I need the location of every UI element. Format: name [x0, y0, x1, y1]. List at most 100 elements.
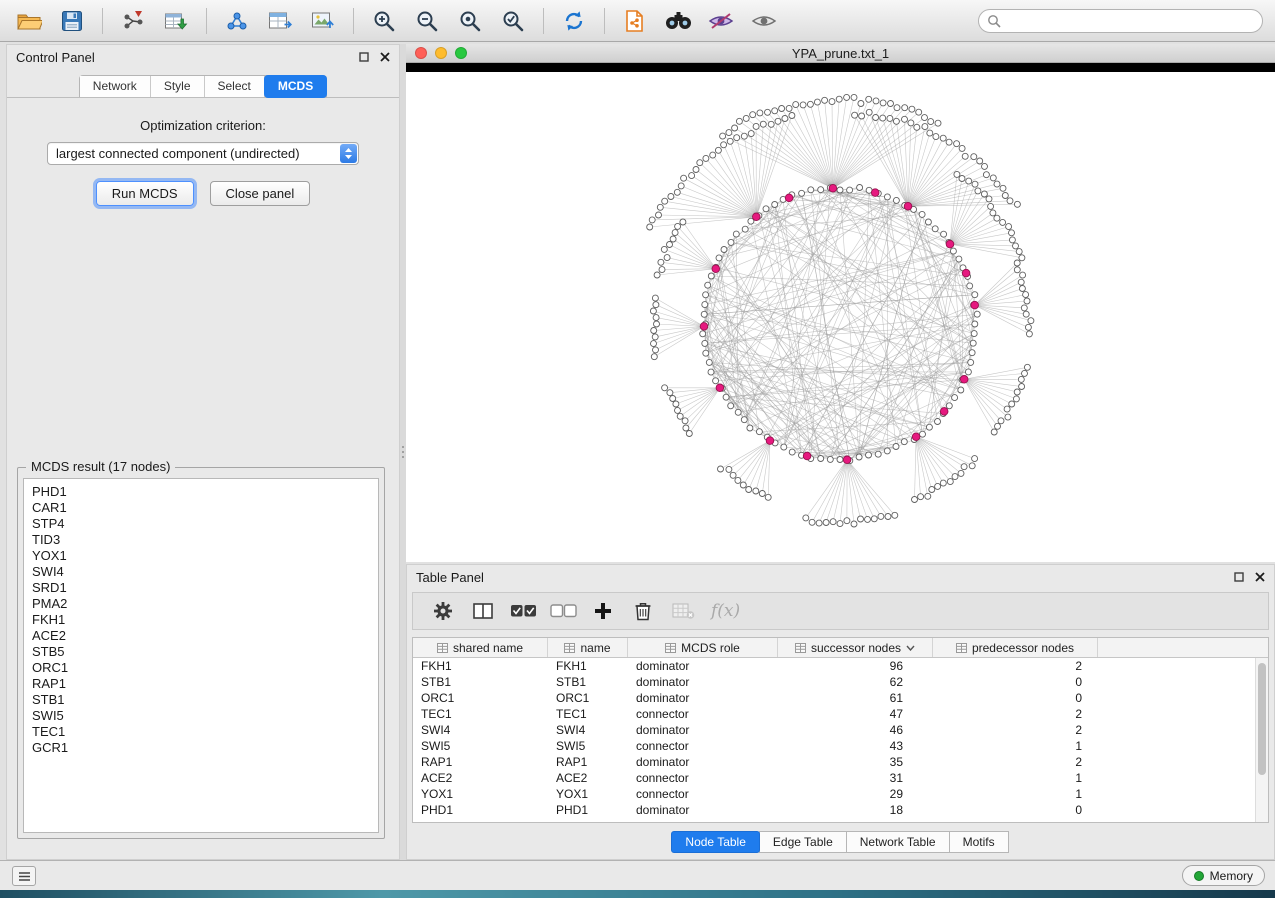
dominator-node[interactable] [766, 437, 774, 445]
export-image-button[interactable] [306, 6, 340, 36]
network-node[interactable] [929, 487, 935, 493]
network-node[interactable] [662, 385, 668, 391]
network-node[interactable] [1009, 401, 1015, 407]
open-session-button[interactable] [12, 6, 46, 36]
network-node[interactable] [720, 133, 726, 139]
deselect-all-button[interactable] [547, 597, 579, 625]
network-node[interactable] [700, 331, 706, 337]
network-node[interactable] [925, 219, 931, 225]
network-node[interactable] [991, 429, 997, 435]
column-header-successor-nodes[interactable]: successor nodes [778, 638, 933, 657]
network-node[interactable] [667, 242, 673, 248]
find-button[interactable] [661, 6, 695, 36]
zoom-fit-button[interactable] [453, 6, 487, 36]
dominator-node[interactable] [753, 213, 761, 221]
network-node[interactable] [1018, 376, 1024, 382]
network-node[interactable] [871, 516, 877, 522]
dominator-node[interactable] [904, 202, 912, 210]
network-node[interactable] [653, 302, 659, 308]
search-input[interactable] [978, 9, 1263, 33]
network-node[interactable] [772, 202, 778, 208]
network-node[interactable] [969, 463, 975, 469]
network-node[interactable] [893, 118, 899, 124]
network-node[interactable] [928, 119, 934, 125]
tab-select[interactable]: Select [205, 76, 265, 97]
network-node[interactable] [710, 152, 716, 158]
mcds-result-item[interactable]: PHD1 [32, 484, 378, 500]
network-node[interactable] [902, 116, 908, 122]
network-node[interactable] [982, 163, 988, 169]
save-session-button[interactable] [55, 6, 89, 36]
network-node[interactable] [741, 133, 747, 139]
network-node[interactable] [994, 215, 1000, 221]
network-node[interactable] [827, 456, 833, 462]
network-node[interactable] [697, 160, 703, 166]
network-node[interactable] [675, 223, 681, 229]
network-node[interactable] [741, 417, 747, 423]
network-node[interactable] [656, 212, 662, 218]
close-panel-button[interactable]: Close panel [210, 181, 311, 206]
network-node[interactable] [659, 267, 665, 273]
network-node[interactable] [757, 110, 763, 116]
network-node[interactable] [782, 116, 788, 122]
network-node[interactable] [912, 497, 918, 503]
network-node[interactable] [1016, 249, 1022, 255]
network-node[interactable] [1005, 414, 1011, 420]
import-network-button[interactable] [116, 6, 150, 36]
network-node[interactable] [954, 171, 960, 177]
network-node[interactable] [857, 185, 863, 191]
network-node[interactable] [866, 96, 872, 102]
tab-network-table[interactable]: Network Table [846, 831, 950, 853]
network-node[interactable] [693, 167, 699, 173]
network-node[interactable] [809, 519, 815, 525]
network-node[interactable] [759, 491, 765, 497]
share-document-button[interactable] [618, 6, 652, 36]
table-row[interactable]: FKH1FKH1dominator962 [413, 658, 1268, 674]
network-node[interactable] [818, 187, 824, 193]
network-node[interactable] [946, 139, 952, 145]
network-node[interactable] [672, 230, 678, 236]
network-node[interactable] [786, 105, 792, 111]
network-node[interactable] [965, 369, 971, 375]
network-node[interactable] [705, 282, 711, 288]
mcds-result-item[interactable]: SRD1 [32, 580, 378, 596]
table-row[interactable]: SWI4SWI4dominator462 [413, 722, 1268, 738]
network-node[interactable] [935, 419, 941, 425]
network-node[interactable] [721, 142, 727, 148]
network-view[interactable] [406, 72, 1275, 562]
apply-layout-button[interactable] [557, 6, 591, 36]
mcds-result-item[interactable]: GCR1 [32, 740, 378, 756]
network-node[interactable] [940, 135, 946, 141]
network-node[interactable] [678, 183, 684, 189]
network-node[interactable] [988, 203, 994, 209]
network-node[interactable] [952, 395, 958, 401]
network-node[interactable] [919, 211, 925, 217]
column-header-predecessor-nodes[interactable]: predecessor nodes [933, 638, 1098, 657]
disabled-table-button[interactable] [667, 597, 699, 625]
table-row[interactable]: PHD1PHD1dominator180 [413, 802, 1268, 818]
table-row[interactable]: ACE2ACE2connector311 [413, 770, 1268, 786]
network-node[interactable] [703, 292, 709, 298]
table-row[interactable]: TEC1TEC1connector472 [413, 706, 1268, 722]
network-node[interactable] [723, 394, 729, 400]
network-node[interactable] [969, 350, 975, 356]
network-node[interactable] [747, 425, 753, 431]
network-node[interactable] [682, 418, 688, 424]
network-node[interactable] [1009, 230, 1015, 236]
network-node[interactable] [703, 350, 709, 356]
zoom-in-button[interactable] [367, 6, 401, 36]
tab-style[interactable]: Style [151, 76, 205, 97]
table-row[interactable]: YOX1YOX1connector291 [413, 786, 1268, 802]
import-table-button[interactable] [159, 6, 193, 36]
network-node[interactable] [779, 106, 785, 112]
network-node[interactable] [1018, 279, 1024, 285]
export-network-button[interactable] [220, 6, 254, 36]
network-node[interactable] [756, 429, 762, 435]
zoom-out-button[interactable] [410, 6, 444, 36]
tab-node-table[interactable]: Node Table [671, 831, 760, 853]
dominator-node[interactable] [712, 265, 720, 273]
network-node[interactable] [1021, 305, 1027, 311]
network-node[interactable] [760, 121, 766, 127]
network-node[interactable] [892, 512, 898, 518]
network-node[interactable] [765, 109, 771, 115]
